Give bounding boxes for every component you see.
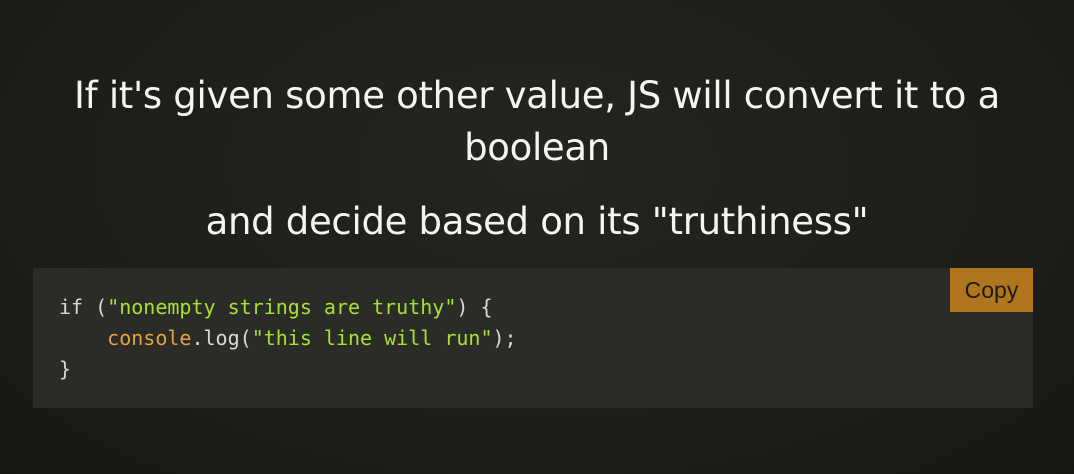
code-string: "this line will run"	[251, 326, 493, 350]
code-punctuation: }	[59, 357, 72, 381]
code-punctuation: (	[83, 295, 108, 319]
slide-subheading: and decide based on its "truthiness"	[205, 200, 869, 243]
code-line-1: if ("nonempty strings are truthy") {	[59, 295, 493, 319]
slide-heading: If it's given some other value, JS will …	[74, 74, 1000, 169]
code-block: Copy if ("nonempty strings are truthy") …	[33, 268, 1033, 408]
code-method: log	[203, 326, 240, 350]
code-punctuation: ) {	[456, 295, 493, 319]
slide: If it's given some other value, JS will …	[0, 0, 1074, 474]
code-punctuation: .	[191, 326, 204, 350]
code-object: console	[107, 326, 192, 350]
code-string: "nonempty strings are truthy"	[107, 295, 457, 319]
code-line-2: console.log("this line will run");	[59, 326, 517, 350]
code-punctuation: );	[492, 326, 517, 350]
copy-button[interactable]: Copy	[950, 268, 1033, 312]
code-content: if ("nonempty strings are truthy") { con…	[59, 292, 517, 385]
code-line-3: }	[59, 357, 71, 381]
keyword-if: if	[59, 295, 84, 319]
code-punctuation: (	[239, 326, 252, 350]
